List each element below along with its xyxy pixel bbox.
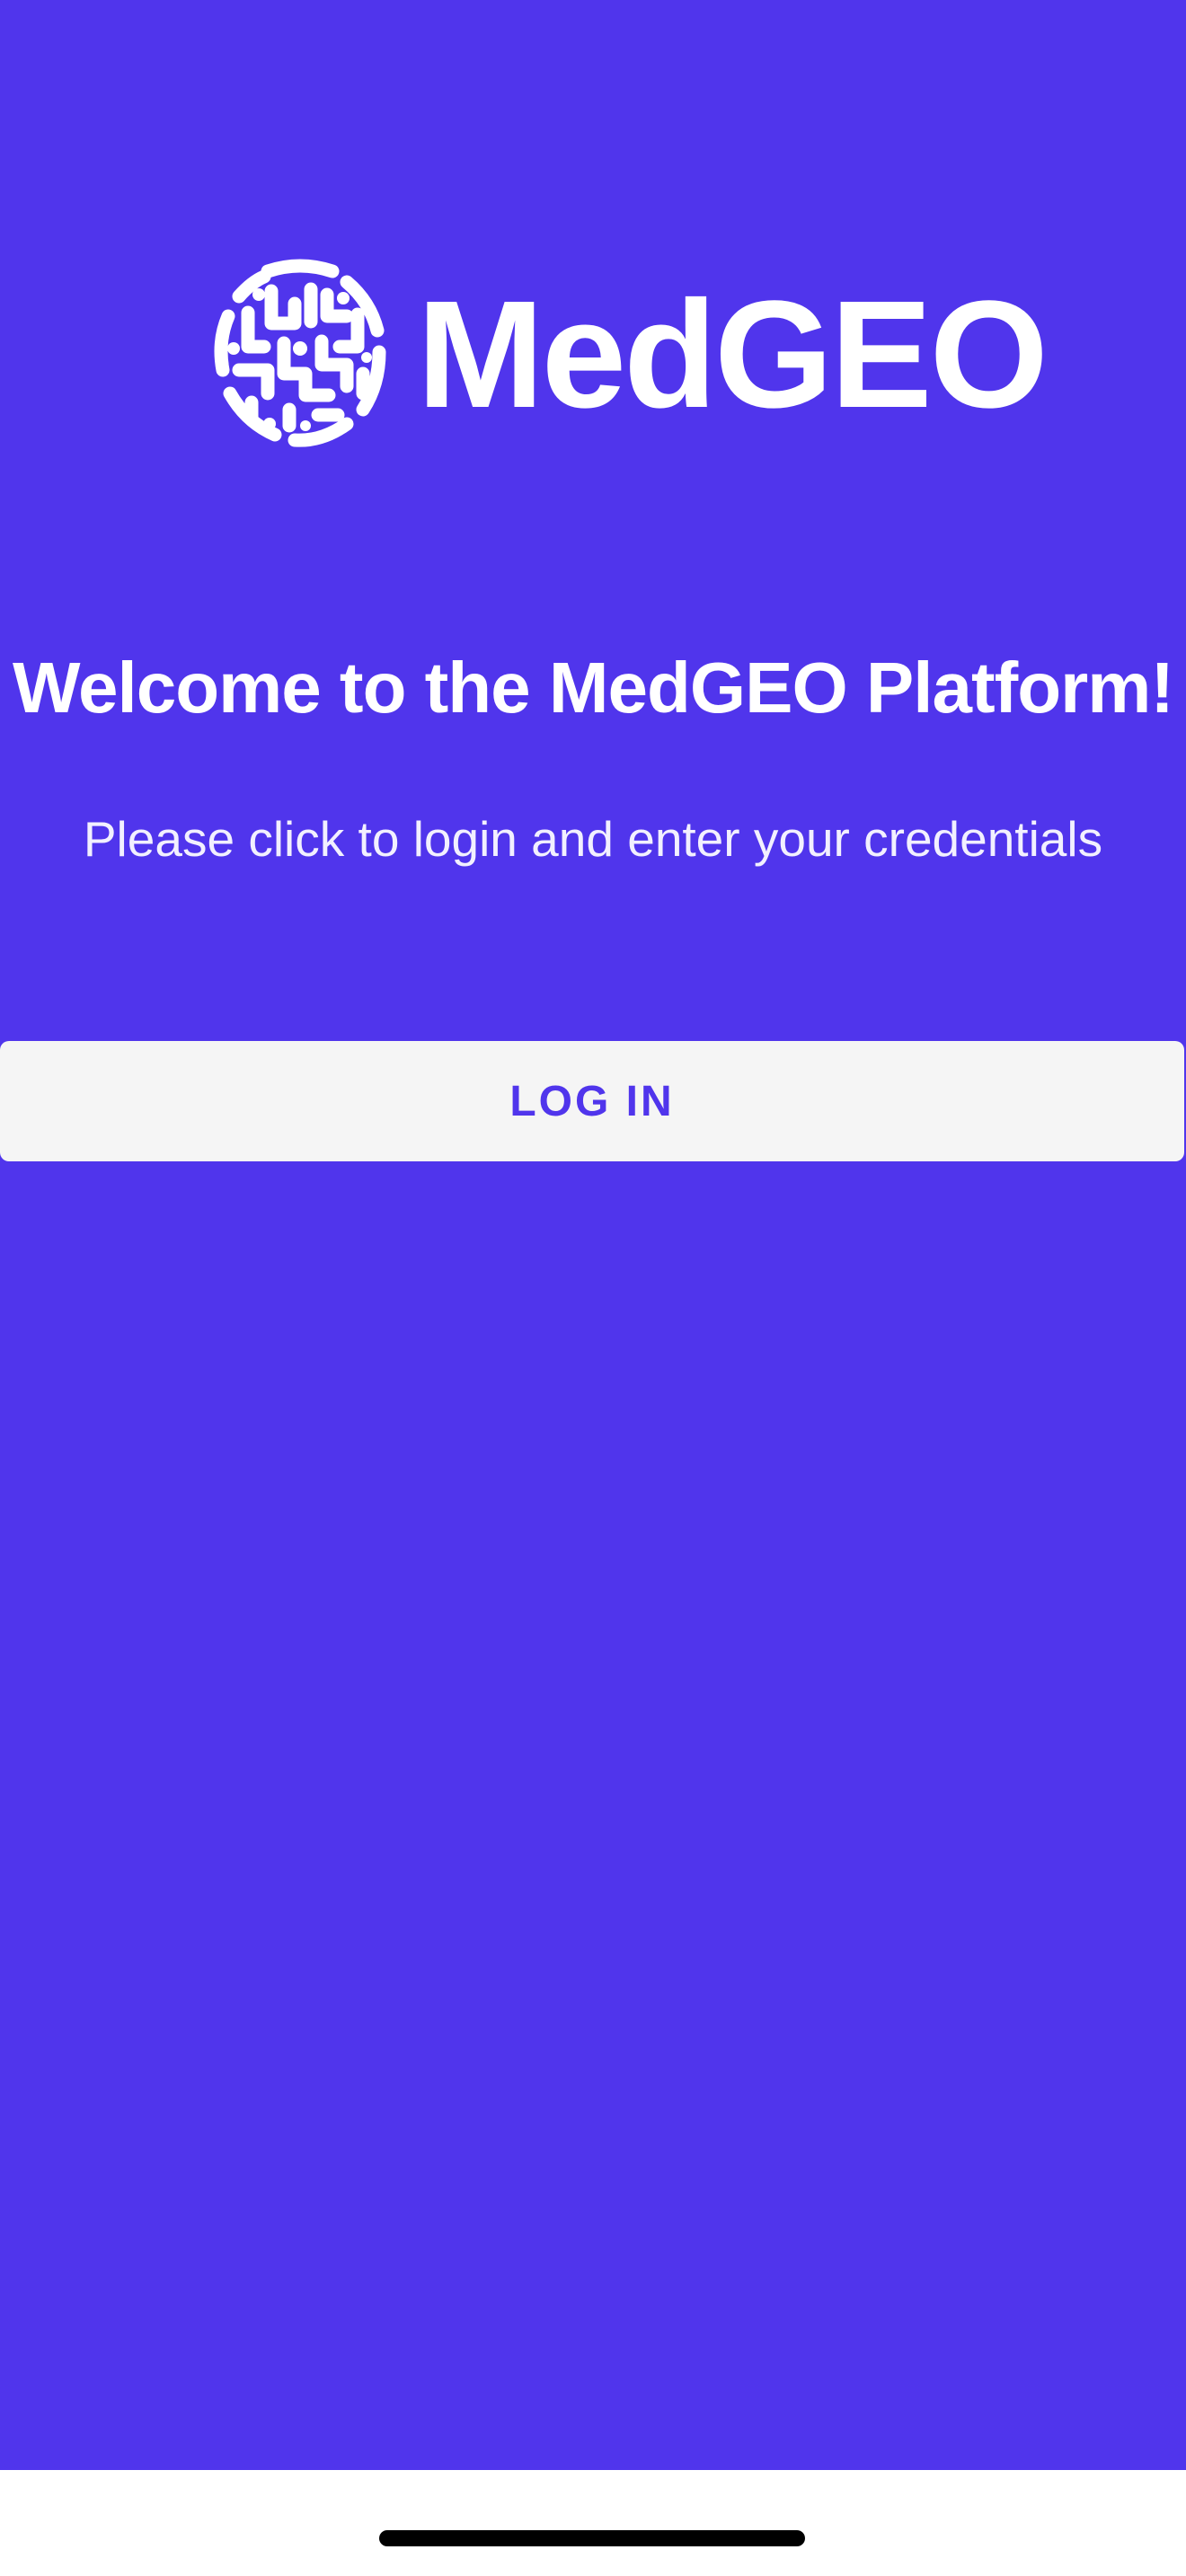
home-indicator[interactable] [379, 2530, 805, 2546]
medgeo-logo: MedGEO [212, 259, 1049, 447]
main-panel: MedGEO Welcome to the MedGEO Platform! P… [0, 0, 1186, 2470]
login-screen: MedGEO Welcome to the MedGEO Platform! P… [0, 0, 1186, 2576]
brain-globe-logo-icon [214, 259, 386, 447]
welcome-subtitle: Please click to login and enter your cre… [83, 811, 1103, 867]
welcome-title: Welcome to the MedGEO Platform! [12, 648, 1174, 728]
brand-wordmark: MedGEO [417, 269, 1049, 440]
login-button[interactable]: LOG IN [0, 1041, 1184, 1161]
